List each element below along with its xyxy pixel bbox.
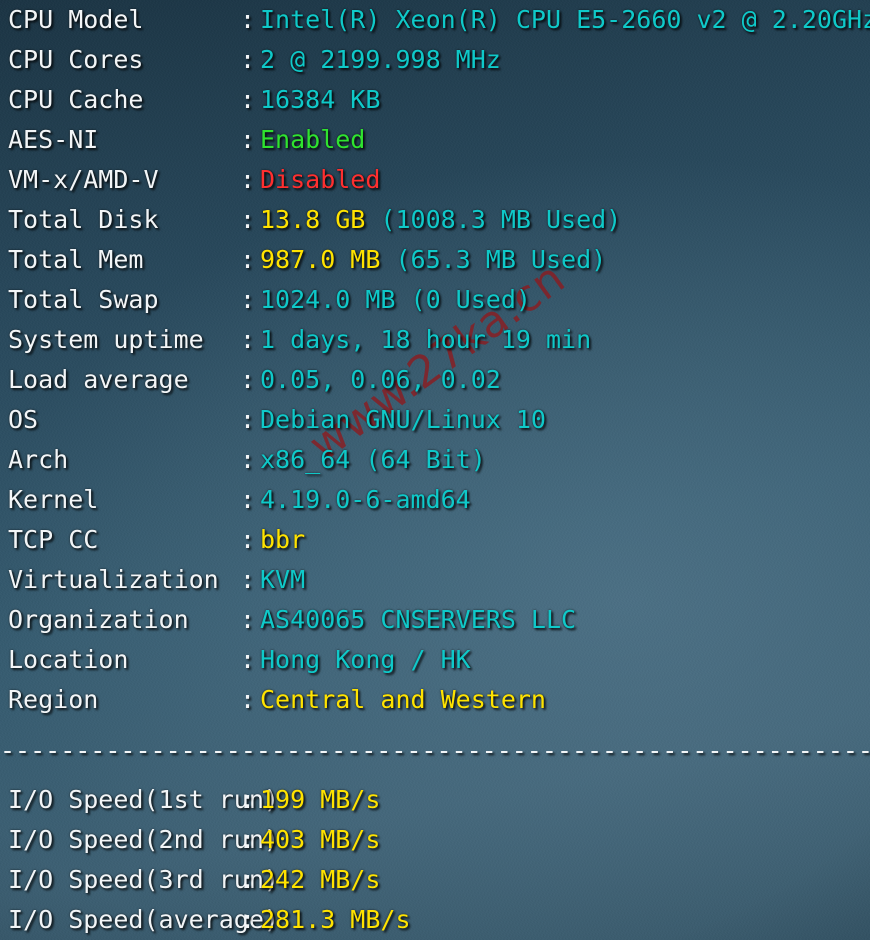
system-info-block: CPU Model: Intel(R) Xeon(R) CPU E5-2660 v… [0, 0, 870, 720]
colon-separator: : [240, 565, 256, 594]
system-info-row: OS: Debian GNU/Linux 10 [0, 400, 870, 440]
colon-separator: : [240, 285, 256, 314]
system-info-value: Disabled [260, 165, 381, 194]
colon-separator: : [240, 485, 256, 514]
system-info-label: Virtualization [8, 565, 219, 594]
system-info-row: Organization: AS40065 CNSERVERS LLC [0, 600, 870, 640]
colon-separator: : [240, 605, 256, 634]
system-info-value: x86_64 (64 Bit) [260, 445, 486, 474]
colon-separator: : [240, 325, 256, 354]
io-speed-value: 281.3 MB/s [260, 905, 411, 934]
colon-separator: : [240, 405, 256, 434]
system-info-value: 16384 KB [260, 85, 381, 114]
colon-separator: : [240, 5, 256, 34]
system-info-value: KVM [260, 565, 306, 594]
system-info-label: CPU Model [8, 5, 144, 34]
terminal-output: CPU Model: Intel(R) Xeon(R) CPU E5-2660 v… [0, 0, 870, 940]
system-info-label: Kernel [8, 485, 99, 514]
system-info-value: 13.8 GB (1008.3 MB Used) [260, 205, 622, 234]
system-info-row: CPU Model: Intel(R) Xeon(R) CPU E5-2660 v… [0, 0, 870, 40]
io-speed-row: I/O Speed(1st run):199 MB/s [0, 780, 870, 820]
colon-separator: : [240, 525, 256, 554]
io-speed-label: I/O Speed(2nd run) [8, 825, 279, 854]
system-info-value: AS40065 CNSERVERS LLC [260, 605, 577, 634]
colon-separator: : [240, 125, 256, 154]
system-info-value: bbr [260, 525, 306, 554]
colon-separator: : [240, 825, 256, 854]
colon-separator: : [240, 685, 256, 714]
system-info-label: OS [8, 405, 39, 434]
system-info-row: Total Mem:987.0 MB (65.3 MB Used) [0, 240, 870, 280]
io-speed-value: 403 MB/s [260, 825, 381, 854]
colon-separator: : [240, 365, 256, 394]
system-info-value-detail: (1008.3 MB Used) [365, 205, 622, 234]
system-info-row: TCP CC: bbr [0, 520, 870, 560]
system-info-row: Virtualization: KVM [0, 560, 870, 600]
io-speed-label: I/O Speed(3rd run) [8, 865, 279, 894]
system-info-row: CPU Cache:16384 KB [0, 80, 870, 120]
terminal-window: www.27ka.cn CPU Model: Intel(R) Xeon(R) C… [0, 0, 870, 940]
colon-separator: : [240, 785, 256, 814]
system-info-label: Total Disk [8, 205, 159, 234]
system-info-label: Location [8, 645, 129, 674]
system-info-value: 0.05, 0.06, 0.02 [260, 365, 501, 394]
colon-separator: : [240, 85, 256, 114]
colon-separator: : [240, 165, 256, 194]
system-info-row: Kernel:4.19.0-6-amd64 [0, 480, 870, 520]
io-speed-block: I/O Speed(1st run):199 MB/s I/O Speed(2nd… [0, 780, 870, 940]
system-info-label: Arch [8, 445, 69, 474]
divider-dashes: ----------------------------------------… [0, 737, 870, 763]
system-info-row: Total Swap:1024.0 MB (0 Used) [0, 280, 870, 320]
system-info-value: Central and Western [260, 685, 546, 714]
system-info-label: Organization [8, 605, 189, 634]
divider-top: ----------------------------------------… [0, 730, 870, 770]
system-info-row: System uptime:1 days, 18 hour 19 min [0, 320, 870, 360]
system-info-value: 987.0 MB (65.3 MB Used) [260, 245, 607, 274]
system-info-row: Region: Central and Western [0, 680, 870, 720]
system-info-value: 4.19.0-6-amd64 [260, 485, 471, 514]
io-speed-row: I/O Speed(average):281.3 MB/s [0, 900, 870, 940]
system-info-value: Intel(R) Xeon(R) CPU E5-2660 v2 @ 2.20GH… [260, 5, 870, 34]
system-info-label: VM-x/AMD-V [8, 165, 159, 194]
system-info-row: Arch: x86_64 (64 Bit) [0, 440, 870, 480]
system-info-row: Load average:0.05, 0.06, 0.02 [0, 360, 870, 400]
system-info-label: CPU Cores [8, 45, 144, 74]
system-info-label: System uptime [8, 325, 204, 354]
system-info-row: VM-x/AMD-V: Disabled [0, 160, 870, 200]
system-info-row: CPU Cores:2 @ 2199.998 MHz [0, 40, 870, 80]
system-info-value: Enabled [260, 125, 366, 154]
system-info-label: CPU Cache [8, 85, 144, 114]
colon-separator: : [240, 865, 256, 894]
colon-separator: : [240, 245, 256, 274]
system-info-label: Load average [8, 365, 189, 394]
io-speed-value: 199 MB/s [260, 785, 381, 814]
system-info-value: 1024.0 MB (0 Used) [260, 285, 531, 314]
system-info-label: Region [8, 685, 99, 714]
colon-separator: : [240, 205, 256, 234]
system-info-value: Hong Kong / HK [260, 645, 471, 674]
system-info-value: Debian GNU/Linux 10 [260, 405, 546, 434]
io-speed-row: I/O Speed(2nd run):403 MB/s [0, 820, 870, 860]
colon-separator: : [240, 645, 256, 674]
io-speed-row: I/O Speed(3rd run):242 MB/s [0, 860, 870, 900]
system-info-row: AES-NI: Enabled [0, 120, 870, 160]
system-info-value-detail: (65.3 MB Used) [380, 245, 607, 274]
io-speed-label: I/O Speed(average) [8, 905, 279, 934]
system-info-value: 1 days, 18 hour 19 min [260, 325, 592, 354]
io-speed-label: I/O Speed(1st run) [8, 785, 279, 814]
io-speed-value: 242 MB/s [260, 865, 381, 894]
system-info-label: AES-NI [8, 125, 99, 154]
system-info-label: TCP CC [8, 525, 99, 554]
colon-separator: : [240, 445, 256, 474]
system-info-label: Total Mem [8, 245, 144, 274]
colon-separator: : [240, 45, 256, 74]
colon-separator: : [240, 905, 256, 934]
system-info-label: Total Swap [8, 285, 159, 314]
system-info-value: 2 @ 2199.998 MHz [260, 45, 501, 74]
system-info-row: Total Disk:13.8 GB (1008.3 MB Used) [0, 200, 870, 240]
system-info-row: Location: Hong Kong / HK [0, 640, 870, 680]
